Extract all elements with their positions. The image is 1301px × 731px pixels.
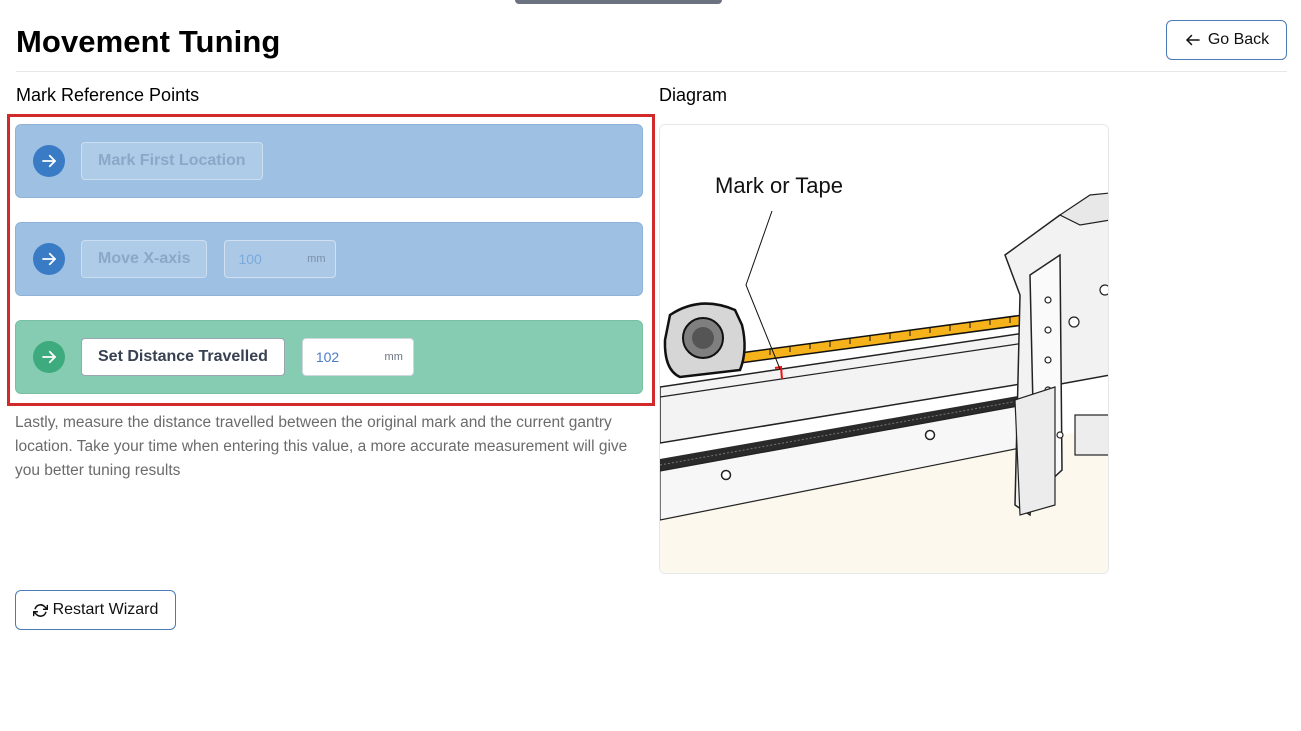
distance-travelled-input[interactable]: 102 mm	[301, 338, 414, 376]
unit-label: mm	[384, 351, 403, 363]
instructions-text: Lastly, measure the distance travelled b…	[15, 414, 628, 479]
step-mark-first-location: Mark First Location	[15, 124, 643, 198]
arrow-left-icon	[1186, 34, 1200, 46]
header-divider	[16, 71, 1287, 72]
move-distance-input[interactable]: 100 mm	[224, 240, 337, 278]
section-title-diagram: Diagram	[659, 85, 728, 105]
refresh-icon	[32, 603, 48, 617]
step-set-distance-travelled: Set Distance Travelled 102 mm	[15, 320, 643, 394]
restart-wizard-label: Restart Wizard	[52, 601, 159, 618]
mark-first-location-button[interactable]: Mark First Location	[81, 142, 263, 180]
diagram-callout-label: Mark or Tape	[715, 173, 843, 198]
move-distance-value: 100	[238, 251, 262, 267]
arrow-right-circle-icon	[33, 341, 65, 373]
diagram-image: Mark or Tape	[659, 124, 1109, 574]
unit-label: mm	[307, 253, 326, 265]
go-back-label: Go Back	[1207, 31, 1270, 48]
page-title: Movement Tuning	[16, 24, 281, 59]
top-handle	[515, 0, 722, 4]
restart-wizard-button[interactable]: Restart Wizard	[15, 590, 176, 630]
go-back-button[interactable]: Go Back	[1166, 20, 1287, 60]
arrow-right-circle-icon	[33, 145, 65, 177]
move-x-axis-button[interactable]: Move X-axis	[81, 240, 208, 278]
arrow-right-circle-icon	[33, 243, 65, 275]
step-move-x-axis: Move X-axis 100 mm	[15, 222, 643, 296]
section-title-reference-points: Mark Reference Points	[16, 85, 200, 105]
set-distance-travelled-button[interactable]: Set Distance Travelled	[81, 338, 285, 376]
distance-travelled-value: 102	[315, 349, 340, 365]
